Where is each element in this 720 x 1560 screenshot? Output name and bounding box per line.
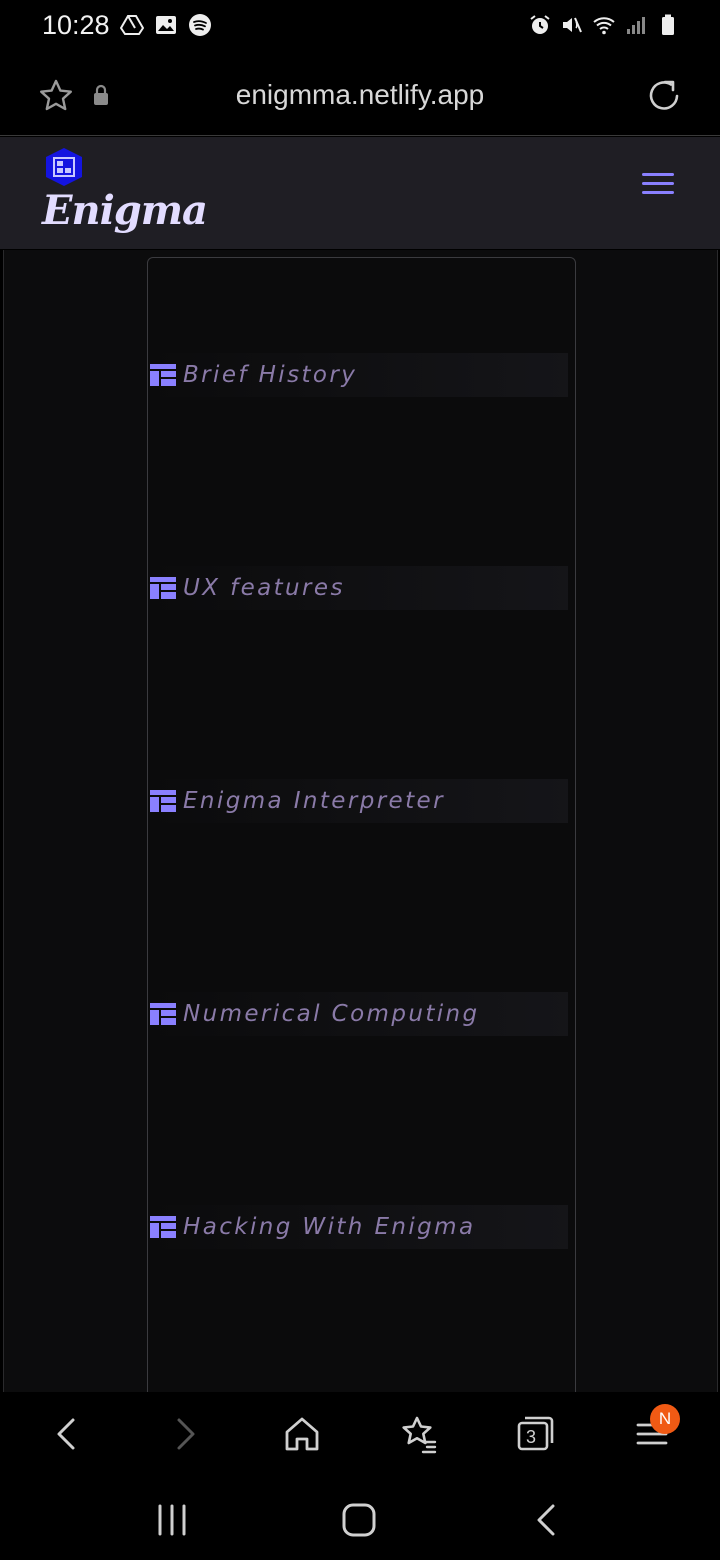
alarm-icon xyxy=(530,15,550,34)
toc-item-ux-features[interactable]: UX features xyxy=(148,566,568,610)
browser-toolbar: 3 xyxy=(0,1392,720,1478)
system-nav-bar xyxy=(0,1478,720,1560)
forward-icon[interactable] xyxy=(163,1412,207,1456)
brand-name[interactable]: Enigma xyxy=(42,187,208,234)
toc-item-hacking-with-enigma[interactable]: Hacking With Enigma xyxy=(148,1205,568,1249)
drive-icon xyxy=(120,15,144,35)
status-bar: 10:28 xyxy=(0,0,720,52)
bookmarks-icon[interactable] xyxy=(397,1412,441,1456)
status-time: 10:28 xyxy=(42,10,110,40)
toc-item-label: Hacking With Enigma xyxy=(183,1214,476,1240)
toc-item-label: Brief History xyxy=(183,362,358,388)
reload-icon[interactable] xyxy=(646,78,682,114)
main-content: Brief History UX features Enigma Interpr… xyxy=(3,250,718,1392)
dashboard-icon xyxy=(150,577,176,599)
mute-icon xyxy=(563,17,582,33)
tabs-button[interactable]: 3 xyxy=(513,1412,557,1456)
recent-apps-icon[interactable] xyxy=(152,1500,192,1540)
back-icon[interactable] xyxy=(45,1412,89,1456)
notification-badge: N xyxy=(650,1404,680,1434)
dashboard-icon xyxy=(150,1003,176,1025)
menu-icon[interactable] xyxy=(642,173,674,199)
toc-item-enigma-interpreter[interactable]: Enigma Interpreter xyxy=(148,779,568,823)
signal-icon xyxy=(627,17,645,34)
home-nav-icon[interactable] xyxy=(339,1500,379,1540)
image-icon xyxy=(156,16,176,34)
dashboard-icon xyxy=(150,364,176,386)
toc-item-numerical-computing[interactable]: Numerical Computing xyxy=(148,992,568,1036)
toc-item-label: UX features xyxy=(183,575,345,601)
site-header: Enigma xyxy=(0,137,720,249)
toc-item-label: Numerical Computing xyxy=(183,1001,480,1027)
dashboard-icon xyxy=(150,790,176,812)
back-nav-icon[interactable] xyxy=(527,1500,567,1540)
dashboard-icon xyxy=(150,1216,176,1238)
battery-icon xyxy=(662,14,674,35)
toc-item-label: Enigma Interpreter xyxy=(183,788,445,814)
toc-item-brief-history[interactable]: Brief History xyxy=(148,353,568,397)
logo-icon[interactable] xyxy=(44,147,84,187)
wifi-icon xyxy=(593,17,615,35)
url-text[interactable]: enigmma.netlify.app xyxy=(0,79,720,111)
spotify-icon xyxy=(189,14,211,36)
home-icon[interactable] xyxy=(280,1412,324,1456)
browser-url-bar: enigmma.netlify.app xyxy=(0,52,720,136)
table-of-contents: Brief History UX features Enigma Interpr… xyxy=(147,257,576,1392)
tabs-count: 3 xyxy=(525,1427,536,1447)
